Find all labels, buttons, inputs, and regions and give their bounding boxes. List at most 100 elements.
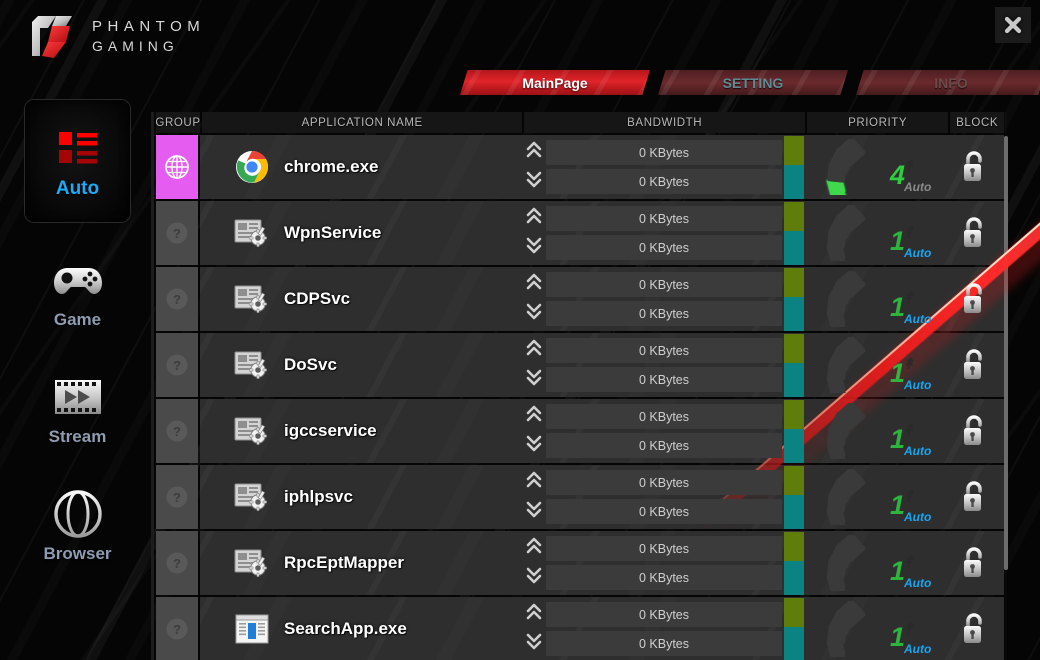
application-name-text: chrome.exe: [284, 157, 379, 176]
download-value: 0 KBytes: [546, 499, 782, 524]
application-name-text: RpcEptMapper: [284, 553, 404, 572]
priority-cell[interactable]: 1 ↟ Auto: [804, 469, 946, 525]
download-line: 0 KBytes: [522, 164, 804, 199]
priority-cell[interactable]: 1 ↟ Auto: [804, 205, 946, 261]
sidebar-item-browser[interactable]: Browser: [25, 478, 130, 573]
application-table: GROUP APPLICATION NAME BANDWIDTH PRIORIT…: [155, 112, 1005, 660]
question-icon: ?: [166, 552, 188, 574]
chevrons-up-icon: [526, 603, 542, 620]
close-button[interactable]: [995, 7, 1031, 43]
block-toggle[interactable]: [946, 611, 1002, 647]
upload-value: 0 KBytes: [546, 338, 782, 363]
unlock-icon: [964, 151, 982, 181]
application-cell: iphlpsvc: [200, 479, 522, 515]
sidebar-item-auto[interactable]: Auto: [25, 100, 130, 222]
upload-value: 0 KBytes: [546, 602, 782, 627]
upload-value: 0 KBytes: [546, 470, 782, 495]
sidebar-item-stream[interactable]: Stream: [25, 361, 130, 456]
priority-cell[interactable]: 1 ↟ Auto: [804, 601, 946, 657]
table-row[interactable]: ?: [156, 465, 1004, 529]
group-cell[interactable]: ?: [156, 597, 198, 660]
block-toggle[interactable]: [946, 545, 1002, 581]
chevrons-down-icon: [526, 501, 542, 518]
block-toggle[interactable]: [946, 149, 1002, 185]
svg-text:↟: ↟: [902, 290, 915, 307]
svg-text:↟: ↟: [902, 554, 915, 571]
group-cell[interactable]: ?: [156, 531, 198, 595]
table-row[interactable]: ?: [156, 267, 1004, 331]
bandwidth-cell: 0 KBytes 0 KBytes: [522, 399, 804, 463]
priority-cell[interactable]: 4 ↟ Auto: [804, 139, 946, 195]
chevrons-up-icon: [522, 271, 546, 298]
bandwidth-cell: 0 KBytes 0 KBytes: [522, 201, 804, 265]
chevrons-down-icon: [526, 435, 542, 452]
chevrons-down-icon: [526, 237, 542, 254]
table-row[interactable]: chrome.exe 0 KBytes 0 KBytes 4 ↟ Auto: [156, 135, 1004, 199]
svg-text:?: ?: [173, 292, 181, 307]
block-toggle[interactable]: [946, 281, 1002, 317]
chevrons-up-icon: [522, 601, 546, 628]
application-cell: CDPSvc: [200, 281, 522, 317]
application-cell: DoSvc: [200, 347, 522, 383]
brand-line-gaming: GAMING: [92, 38, 179, 54]
block-toggle[interactable]: [946, 215, 1002, 251]
bandwidth-cell: 0 KBytes 0 KBytes: [522, 267, 804, 331]
table-row[interactable]: ? SearchApp.exe 0 KBytes 0 KBytes 1 ↟ Au…: [156, 597, 1004, 660]
block-toggle[interactable]: [946, 479, 1002, 515]
svg-text:↟: ↟: [902, 158, 915, 175]
application-icon: [234, 347, 270, 383]
block-toggle[interactable]: [946, 413, 1002, 449]
chevrons-up-icon: [522, 139, 546, 166]
priority-cell[interactable]: 1 ↟ Auto: [804, 337, 946, 393]
table-row[interactable]: ?: [156, 333, 1004, 397]
group-cell[interactable]: ?: [156, 333, 198, 397]
chevrons-down-icon: [522, 300, 546, 327]
priority-cell[interactable]: 1 ↟ Auto: [804, 271, 946, 327]
svg-text:↟: ↟: [902, 422, 915, 439]
service-gear-icon: [234, 549, 267, 577]
upload-line: 0 KBytes: [522, 465, 804, 500]
row-body: iphlpsvc 0 KBytes 0 KBytes 1 ↟ Auto: [200, 465, 1004, 529]
table-row[interactable]: ?: [156, 399, 1004, 463]
chevrons-up-icon: [522, 469, 546, 496]
application-name-text: iphlpsvc: [284, 487, 353, 506]
chevrons-up-icon: [522, 403, 546, 430]
group-cell[interactable]: ?: [156, 201, 198, 265]
priority-gauge-icon: 1 ↟ Auto: [826, 271, 931, 327]
block-toggle[interactable]: [946, 347, 1002, 383]
chevrons-down-icon: [522, 168, 546, 195]
sidebar-item-game-label: Game: [53, 309, 102, 329]
priority-mode-text: Auto: [903, 246, 931, 260]
tab-info[interactable]: INFO: [856, 70, 1040, 95]
service-gear-icon: [234, 483, 267, 511]
chevrons-down-icon: [522, 498, 546, 525]
upload-line: 0 KBytes: [522, 201, 804, 236]
group-cell[interactable]: ?: [156, 267, 198, 331]
chevrons-up-icon: [526, 339, 542, 356]
chevrons-up-icon: [526, 537, 542, 554]
group-cell[interactable]: ?: [156, 399, 198, 463]
table-row[interactable]: ?: [156, 531, 1004, 595]
tab-setting[interactable]: SETTING: [658, 70, 848, 95]
phantom-gaming-logo-icon: [32, 16, 72, 58]
scrollbar-thumb[interactable]: [1004, 136, 1008, 570]
download-value: 0 KBytes: [546, 169, 782, 194]
sidebar-item-browser-label: Browser: [43, 543, 112, 563]
table-row[interactable]: ?: [156, 201, 1004, 265]
tab-mainpage[interactable]: MainPage: [460, 70, 650, 95]
group-cell[interactable]: ?: [156, 465, 198, 529]
priority-cell[interactable]: 1 ↟ Auto: [804, 535, 946, 591]
group-cell[interactable]: [156, 135, 198, 199]
download-line: 0 KBytes: [522, 494, 804, 529]
download-color-swatch: [784, 296, 804, 331]
upload-value: 0 KBytes: [546, 140, 782, 165]
service-gear-icon: [234, 285, 267, 313]
priority-cell[interactable]: 1 ↟ Auto: [804, 403, 946, 459]
question-icon: ?: [166, 618, 188, 640]
row-body: RpcEptMapper 0 KBytes 0 KBytes 1 ↟ Auto: [200, 531, 1004, 595]
chevrons-down-icon: [522, 564, 546, 591]
priority-gauge-icon: 1 ↟ Auto: [826, 337, 931, 393]
application-icon: [234, 611, 270, 647]
sidebar-item-game[interactable]: Game: [25, 244, 130, 339]
phantom-gaming-window: PHANTOM GAMING MainPage SETTING INFO Aut…: [0, 0, 1040, 660]
